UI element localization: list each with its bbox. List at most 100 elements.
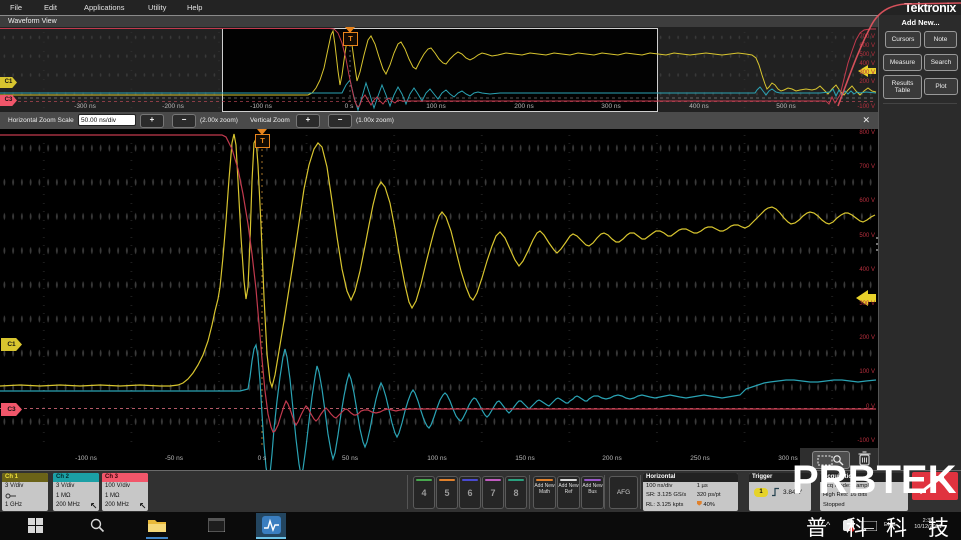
start-button-icon[interactable] (28, 518, 43, 533)
channel-badge-ch2[interactable]: Ch 2 3 V/div 1 MΩ 200 MHz (53, 473, 99, 511)
trigger-badge[interactable]: Trigger 1 3.84 V (749, 473, 811, 511)
menu-bar: File Edit Applications Utility Help Tekt… (0, 0, 961, 15)
note-button[interactable]: Note (924, 31, 957, 48)
horizontal-window: 1 µs (696, 483, 708, 489)
overview-x-tick: -200 ns (162, 103, 184, 110)
overview-waveform-panel: T C1 C3 -300 ns -200 ns -100 ns 0 s 100 … (0, 27, 878, 112)
tray-language[interactable]: ENG (884, 522, 896, 528)
ch3-bandwidth: 200 MHz (102, 501, 148, 511)
channel-badge-ch1[interactable]: Ch 1 3 V/div 1 GHz (2, 473, 48, 511)
main-v-tick: 800 V (859, 130, 875, 136)
main-v-tick: 500 V (859, 233, 875, 239)
horizontal-position: 40% (696, 500, 735, 510)
h-zoom-in-button[interactable]: + (140, 114, 164, 128)
ch1-probe-row (2, 492, 48, 502)
scope-app-active-underline (256, 537, 286, 539)
main-x-tick: 0 s (257, 455, 267, 462)
overview-x-tick: 0 s (344, 103, 354, 110)
menu-edit[interactable]: Edit (44, 3, 57, 12)
ch1-scale: 3 V/div (5, 483, 24, 489)
menu-file[interactable]: File (10, 3, 22, 12)
menu-applications[interactable]: Applications (84, 3, 124, 12)
ch3-scale: 100 V/div (105, 483, 131, 489)
measure-button[interactable]: Measure (883, 54, 922, 71)
tray-clock[interactable]: 2:38 10/12/2021 (902, 518, 954, 530)
tray-date: 10/12/2021 (914, 524, 942, 530)
v-zoom-factor-label: (1.00x zoom) (356, 117, 394, 124)
channel-7-button[interactable]: 7 (482, 476, 504, 509)
scope-app-icon[interactable] (262, 516, 281, 534)
tray-notification-icon[interactable] (843, 520, 855, 532)
trash-icon[interactable] (856, 449, 873, 468)
main-waveform-view: T C1 C3 -100 ns -50 ns 0 s 50 ns 100 ns … (0, 129, 878, 470)
main-v-tick: 700 V (859, 164, 875, 170)
h-zoom-factor-label: (2.00x zoom) (200, 117, 238, 124)
acquisition-title: Acquisition (820, 473, 908, 482)
channel-badge-ch3[interactable]: Ch 3 100 V/div 1 MΩ 200 MHz (102, 473, 148, 511)
ch1-label: Ch 1 (2, 473, 48, 482)
add-new-ref-button[interactable]: Add New Ref (557, 476, 580, 509)
channel-8-button[interactable]: 8 (505, 476, 527, 509)
horizontal-badge[interactable]: Horizontal 100 ns/div 1 µs SR: 3.125 GS/s… (643, 473, 738, 511)
file-explorer-icon[interactable] (148, 518, 166, 532)
main-x-tick: 250 ns (690, 455, 710, 462)
menu-help[interactable]: Help (187, 3, 202, 12)
main-x-tick: 150 ns (515, 455, 535, 462)
overview-x-tick: 500 ns (776, 103, 796, 110)
zoom-toolbar: Horizontal Zoom Scale + − (2.00x zoom) V… (0, 112, 878, 129)
horizontal-resolution: 320 ps/pt (696, 492, 721, 499)
ch2-scale: 3 V/div (56, 483, 75, 489)
afg-button[interactable]: AFG (609, 476, 638, 509)
overview-traces (0, 28, 877, 112)
divider (407, 475, 408, 509)
tektronix-logo: Tektronix (904, 1, 956, 15)
search-button[interactable]: Search (924, 54, 958, 71)
close-zoom-icon[interactable]: ✕ (862, 115, 870, 126)
ch3-impedance: 1 MΩ (105, 492, 120, 499)
main-traces (0, 131, 877, 470)
cursors-button[interactable]: Cursors (885, 31, 921, 48)
overview-v-tick: 200 V (859, 79, 875, 85)
h-zoom-out-button[interactable]: − (172, 114, 196, 128)
channel-4-button[interactable]: 4 (413, 476, 435, 509)
ch2-impedance: 1 MΩ (56, 492, 71, 499)
plot-button[interactable]: Plot (924, 78, 958, 95)
v-zoom-out-button[interactable]: − (328, 114, 352, 128)
acquisition-line2: High Res: 16 bits (823, 492, 868, 499)
acquisition-badge[interactable]: Acquisition Acq Mode: Sample High Res: 1… (820, 473, 908, 511)
windows-taskbar: ^ ENG 2:38 10/12/2021 (0, 512, 961, 540)
bandwidth-limit-icon (140, 503, 146, 509)
sidebar-splitter-grip[interactable] (876, 237, 880, 251)
overview-v-tick: 500 V (859, 52, 875, 58)
tab-waveform-view[interactable]: Waveform View (8, 18, 57, 25)
results-sidebar: Add New... Cursors Note Measure Search R… (876, 15, 961, 470)
menu-utility[interactable]: Utility (148, 3, 166, 12)
console-window-icon[interactable] (208, 518, 225, 532)
main-ch2-trace (0, 343, 877, 470)
horizontal-zoom-scale-input[interactable] (78, 114, 136, 126)
rising-edge-icon (772, 487, 779, 497)
tray-chevron-icon[interactable]: ^ (826, 520, 830, 530)
sidebar-divider (883, 103, 957, 104)
add-new-math-button[interactable]: Add New Math (533, 476, 556, 509)
v-zoom-in-button[interactable]: + (296, 114, 320, 128)
channel-6-button[interactable]: 6 (459, 476, 481, 509)
main-v-tick: 200 V (859, 335, 875, 341)
ch3-label: Ch 3 (102, 473, 148, 482)
overview-x-tick: 400 ns (689, 103, 709, 110)
main-trigger-flag[interactable]: T (255, 134, 270, 148)
results-table-button[interactable]: Results Table (883, 75, 922, 99)
main-v-tick: 300 V (859, 301, 875, 307)
channel-5-button[interactable]: 5 (436, 476, 458, 509)
vertical-zoom-label: Vertical Zoom (250, 117, 290, 124)
main-x-tick: -100 ns (75, 455, 97, 462)
add-new-bus-button[interactable]: Add New Bus (581, 476, 604, 509)
taskbar-search-icon[interactable] (90, 518, 105, 533)
overview-trigger-flag[interactable]: T (343, 32, 358, 46)
divider (604, 475, 605, 509)
overview-x-tick: 100 ns (426, 103, 446, 110)
draw-a-box-zoom-button[interactable] (812, 451, 850, 469)
main-v-tick: 400 V (859, 267, 875, 273)
horizontal-zoom-scale-label: Horizontal Zoom Scale (8, 117, 74, 124)
touch-keyboard-icon[interactable] (861, 521, 877, 531)
